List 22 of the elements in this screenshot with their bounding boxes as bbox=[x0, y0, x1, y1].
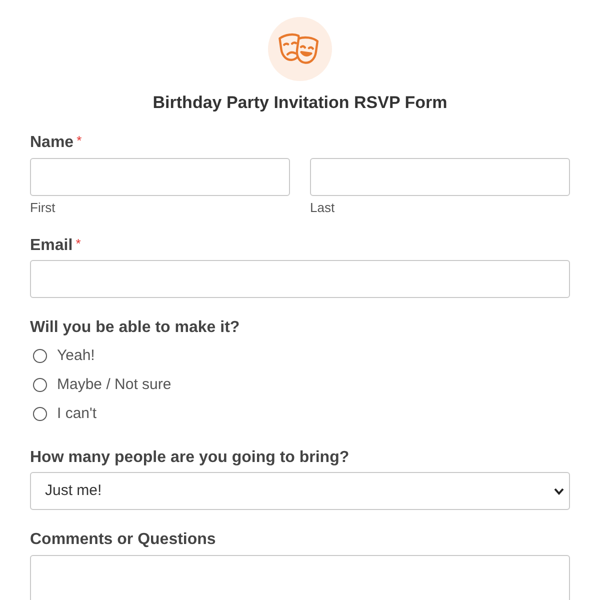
field-label: Name bbox=[30, 133, 74, 153]
field-label: Comments or Questions bbox=[30, 530, 216, 550]
radio-button[interactable] bbox=[33, 406, 47, 420]
theater-masks-icon bbox=[268, 17, 332, 81]
chevron-down-icon bbox=[554, 488, 564, 494]
radio-option-label: Maybe / Not sure bbox=[57, 374, 172, 394]
radio-option-label: Yeah! bbox=[57, 346, 95, 366]
radio-option-label: I can't bbox=[57, 404, 97, 424]
field-label: How many people are you going to bring? bbox=[30, 448, 350, 468]
text-input[interactable] bbox=[30, 260, 570, 298]
sublabel: First bbox=[30, 200, 56, 216]
dropdown-select[interactable]: Just me! bbox=[30, 472, 570, 510]
sublabel: Last bbox=[310, 200, 336, 216]
text-input[interactable] bbox=[30, 158, 290, 196]
required-asterisk: * bbox=[76, 133, 82, 149]
radio-button[interactable] bbox=[33, 378, 47, 392]
form-title: Birthday Party Invitation RSVP Form bbox=[152, 92, 448, 114]
radio-button[interactable] bbox=[33, 348, 47, 362]
required-asterisk: * bbox=[76, 236, 81, 252]
field-label: Email bbox=[30, 236, 73, 256]
field-label: Will you be able to make it? bbox=[30, 318, 240, 338]
text-input[interactable] bbox=[310, 158, 570, 196]
